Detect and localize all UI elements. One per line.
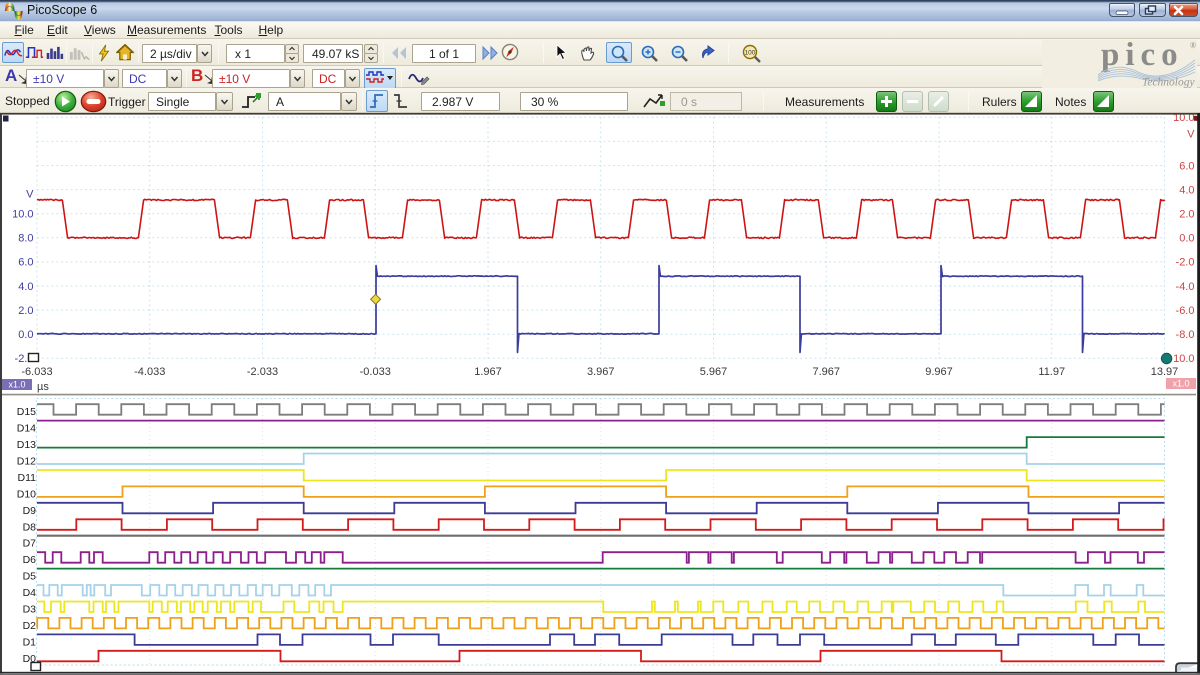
svg-text:D12: D12 <box>17 456 36 468</box>
svg-text:V: V <box>1187 128 1195 140</box>
svg-text:-6.033: -6.033 <box>21 366 52 378</box>
svg-text:2.0: 2.0 <box>18 305 33 317</box>
svg-text:D6: D6 <box>23 554 37 566</box>
svg-text:9.967: 9.967 <box>925 366 953 378</box>
svg-text:2.0: 2.0 <box>1179 209 1194 221</box>
svg-text:1.967: 1.967 <box>474 366 502 378</box>
svg-text:7.967: 7.967 <box>812 366 840 378</box>
svg-text:10.0: 10.0 <box>1173 353 1194 365</box>
svg-text:11.97: 11.97 <box>1038 366 1065 378</box>
svg-text:x1.0: x1.0 <box>1172 379 1189 389</box>
svg-text:-2.0: -2.0 <box>1176 257 1195 269</box>
svg-text:D13: D13 <box>17 439 36 451</box>
svg-text:13.97: 13.97 <box>1151 366 1179 378</box>
svg-text:6.0: 6.0 <box>18 257 33 269</box>
svg-text:D7: D7 <box>23 538 37 550</box>
svg-text:D10: D10 <box>17 488 36 500</box>
svg-text:D1: D1 <box>23 636 37 648</box>
svg-text:0.0: 0.0 <box>18 329 33 341</box>
svg-text:5.967: 5.967 <box>700 366 728 378</box>
svg-text:10.0: 10.0 <box>12 209 33 221</box>
svg-text:0.0: 0.0 <box>1179 233 1194 245</box>
svg-text:4.0: 4.0 <box>18 281 33 293</box>
svg-text:D11: D11 <box>18 472 37 484</box>
svg-text:-0.033: -0.033 <box>360 366 391 378</box>
svg-text:-6.0: -6.0 <box>1176 305 1195 317</box>
svg-text:3.967: 3.967 <box>587 366 615 378</box>
svg-text:D2: D2 <box>23 620 37 632</box>
svg-text:D14: D14 <box>17 423 36 435</box>
svg-text:D9: D9 <box>23 505 37 517</box>
svg-text:D8: D8 <box>23 521 37 533</box>
svg-text:-4.0: -4.0 <box>1176 281 1195 293</box>
svg-text:D5: D5 <box>23 571 37 583</box>
svg-text:4.0: 4.0 <box>1179 184 1194 196</box>
svg-text:µs: µs <box>37 381 49 393</box>
svg-text:8.0: 8.0 <box>18 233 33 245</box>
svg-text:V: V <box>26 189 34 201</box>
svg-text:D3: D3 <box>23 604 37 616</box>
svg-text:x1.0: x1.0 <box>8 380 25 390</box>
svg-text:-4.033: -4.033 <box>134 366 165 378</box>
svg-text:6.0: 6.0 <box>1179 160 1194 172</box>
svg-text:D15: D15 <box>17 406 36 418</box>
svg-text:-8.0: -8.0 <box>1176 329 1195 341</box>
svg-text:-2.033: -2.033 <box>247 366 278 378</box>
svg-text:D4: D4 <box>23 587 37 599</box>
